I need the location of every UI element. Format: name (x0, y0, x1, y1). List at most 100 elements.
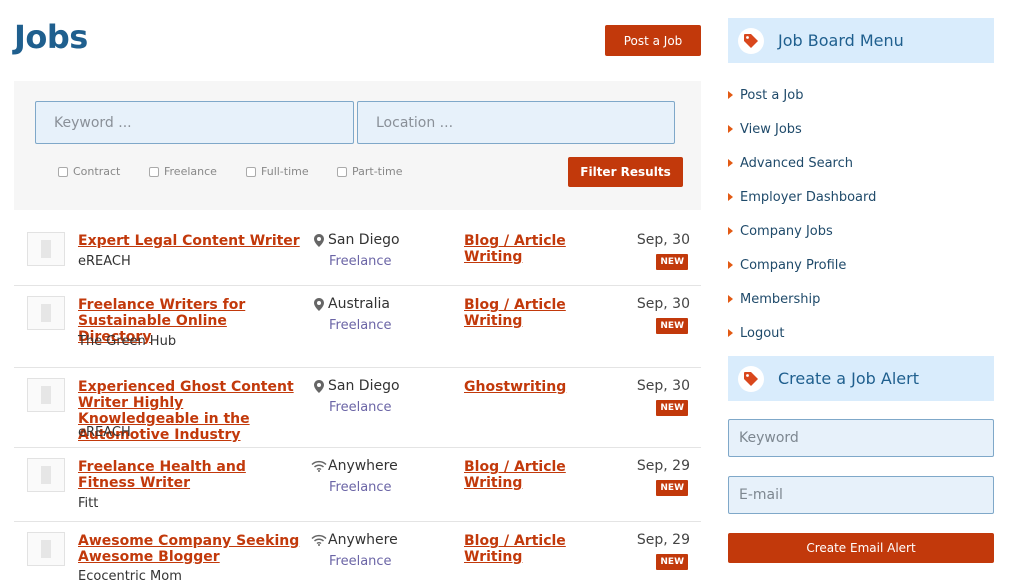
menu-item-logout[interactable]: Logout (728, 316, 994, 350)
company-name: eREACH (78, 425, 131, 440)
new-badge: NEW (656, 318, 688, 334)
sidebar: Job Board Menu Post a Job View Jobs Adva… (728, 18, 994, 563)
job-title-link[interactable]: Expert Legal Content Writer (78, 233, 304, 249)
menu-item-view-jobs[interactable]: View Jobs (728, 112, 994, 146)
checkbox-icon[interactable] (58, 166, 68, 177)
filter-results-button[interactable]: Filter Results (568, 157, 683, 187)
checkbox-label: Contract (73, 165, 121, 178)
company-logo-placeholder-icon (27, 232, 65, 266)
job-title-link[interactable]: Freelance Health and Fitness Writer (78, 459, 304, 491)
page-title: Jobs (14, 18, 88, 56)
job-category-link[interactable]: Blog / Article Writing (464, 297, 584, 329)
menu-item-employer-dashboard[interactable]: Employer Dashboard (728, 180, 994, 214)
location-label: Australia (328, 296, 390, 312)
job-title-link[interactable]: Awesome Company Seeking Awesome Blogger (78, 533, 304, 565)
new-badge: NEW (656, 400, 688, 416)
map-pin-icon (310, 297, 328, 311)
menu-item-company-profile[interactable]: Company Profile (728, 248, 994, 282)
job-location: Anywhere (310, 458, 398, 474)
company-name: Ecocentric Mom (78, 569, 182, 584)
menu-item-label: Company Jobs (740, 223, 833, 239)
post-job-button[interactable]: Post a Job (605, 25, 701, 56)
wifi-icon (310, 460, 328, 472)
location-search-input[interactable] (357, 101, 675, 144)
keyword-search-input[interactable] (35, 101, 354, 144)
arrow-right-icon (728, 91, 733, 99)
checkbox-label: Freelance (164, 165, 217, 178)
menu-item-label: Employer Dashboard (740, 189, 877, 205)
arrow-right-icon (728, 193, 733, 201)
job-board-menu-header: Job Board Menu (728, 18, 994, 63)
job-row[interactable]: Freelance Writers for Sustainable Online… (14, 286, 701, 368)
arrow-right-icon (728, 295, 733, 303)
job-type-label: Freelance (329, 254, 392, 269)
new-badge: NEW (656, 254, 688, 270)
job-alert-header: Create a Job Alert (728, 356, 994, 401)
location-label: San Diego (328, 232, 400, 248)
new-badge: NEW (656, 554, 688, 570)
job-row[interactable]: Experienced Ghost Content Writer Highly … (14, 368, 701, 448)
job-row[interactable]: Awesome Company Seeking Awesome Blogger … (14, 522, 701, 587)
job-board-menu: Post a Job View Jobs Advanced Search Emp… (728, 78, 994, 350)
company-logo-placeholder-icon (27, 532, 65, 566)
new-badge: NEW (656, 480, 688, 496)
menu-item-label: Membership (740, 291, 821, 307)
menu-item-label: Post a Job (740, 87, 804, 103)
job-row[interactable]: Expert Legal Content Writer eREACH San D… (14, 222, 701, 286)
wifi-icon (310, 534, 328, 546)
arrow-right-icon (728, 159, 733, 167)
checkbox-label: Full-time (261, 165, 309, 178)
job-location: Australia (310, 296, 390, 312)
job-category-link[interactable]: Blog / Article Writing (464, 459, 584, 491)
menu-item-company-jobs[interactable]: Company Jobs (728, 214, 994, 248)
checkbox-icon[interactable] (149, 166, 159, 177)
map-pin-icon (310, 379, 328, 393)
company-logo-placeholder-icon (27, 458, 65, 492)
checkbox-icon[interactable] (246, 166, 256, 177)
company-logo-placeholder-icon (27, 296, 65, 330)
job-location: Anywhere (310, 532, 398, 548)
job-row[interactable]: Freelance Health and Fitness Writer Fitt… (14, 448, 701, 522)
job-location: San Diego (310, 232, 400, 248)
job-alert-title: Create a Job Alert (778, 369, 919, 388)
job-listings: Expert Legal Content Writer eREACH San D… (14, 222, 701, 587)
arrow-right-icon (728, 329, 733, 337)
job-date: Sep, 30 (636, 296, 690, 312)
job-date: Sep, 30 (636, 378, 690, 394)
tag-icon (738, 365, 764, 392)
company-logo-placeholder-icon (27, 378, 65, 412)
menu-item-label: Logout (740, 325, 785, 341)
job-category-link[interactable]: Blog / Article Writing (464, 233, 584, 265)
arrow-right-icon (728, 125, 733, 133)
menu-item-advanced-search[interactable]: Advanced Search (728, 146, 994, 180)
tag-icon (738, 27, 764, 54)
job-type-label: Freelance (329, 400, 392, 415)
alert-email-input[interactable] (728, 476, 994, 514)
job-board-menu-title: Job Board Menu (778, 31, 904, 50)
job-location: San Diego (310, 378, 400, 394)
menu-item-label: View Jobs (740, 121, 802, 137)
full-time-checkbox[interactable]: Full-time (246, 165, 309, 178)
menu-item-membership[interactable]: Membership (728, 282, 994, 316)
job-category-link[interactable]: Ghostwriting (464, 379, 584, 395)
checkbox-label: Part-time (352, 165, 403, 178)
arrow-right-icon (728, 227, 733, 235)
job-date: Sep, 29 (636, 458, 690, 474)
job-type-label: Freelance (329, 318, 392, 333)
contract-checkbox[interactable]: Contract (58, 165, 120, 178)
job-filter-panel: Contract Freelance Full-time Part-time F… (14, 81, 701, 210)
menu-item-label: Advanced Search (740, 155, 854, 171)
job-category-link[interactable]: Blog / Article Writing (464, 533, 584, 565)
menu-item-post-a-job[interactable]: Post a Job (728, 78, 994, 112)
create-email-alert-button[interactable]: Create Email Alert (728, 533, 994, 563)
job-date: Sep, 29 (636, 532, 690, 548)
company-name: Fitt (78, 496, 99, 511)
freelance-checkbox[interactable]: Freelance (149, 165, 217, 178)
job-type-label: Freelance (329, 554, 392, 569)
part-time-checkbox[interactable]: Part-time (337, 165, 403, 178)
checkbox-icon[interactable] (337, 166, 347, 177)
job-type-label: Freelance (329, 480, 392, 495)
alert-keyword-input[interactable] (728, 419, 994, 457)
job-date: Sep, 30 (636, 232, 690, 248)
menu-item-label: Company Profile (740, 257, 847, 273)
